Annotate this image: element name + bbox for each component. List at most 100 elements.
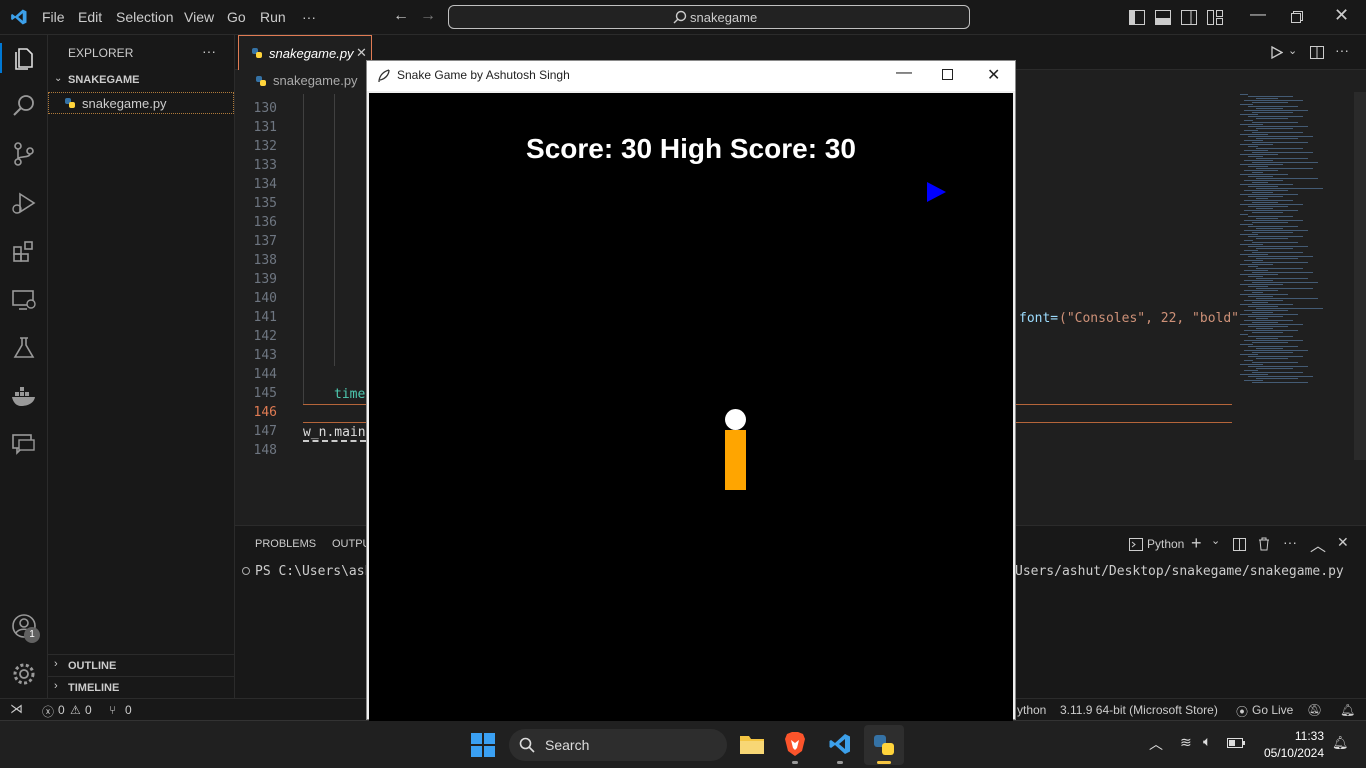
file-explorer-icon[interactable] — [739, 733, 765, 755]
restore-icon[interactable] — [1291, 11, 1303, 23]
bell-icon[interactable]: 🔔︎ — [1340, 703, 1355, 717]
close-panel-icon[interactable]: ✕ — [1337, 534, 1349, 551]
minimize-icon[interactable]: — — [896, 64, 912, 82]
editor-more-button[interactable]: ··· — [1335, 42, 1349, 58]
minimap-line — [1248, 376, 1313, 377]
go-live-button[interactable]: Go Live — [1252, 703, 1293, 717]
timeline-section[interactable]: › TIMELINE — [48, 676, 234, 698]
minimap-line — [1256, 318, 1268, 319]
ports-icon[interactable]: ⑂ — [109, 703, 116, 717]
menu-edit[interactable]: Edit — [78, 9, 102, 25]
minimap-line — [1252, 232, 1293, 233]
code-font-args[interactable]: ("Consoles", 22, "bold" — [1059, 311, 1239, 326]
errors-count[interactable]: 0 — [58, 703, 65, 717]
minimap-line — [1244, 210, 1298, 211]
menu-more[interactable]: ··· — [302, 9, 316, 25]
windows-start-icon[interactable] — [471, 733, 495, 757]
minimize-icon[interactable]: — — [1250, 6, 1266, 24]
split-terminal-icon[interactable] — [1233, 538, 1246, 551]
remote-explorer-icon[interactable] — [11, 287, 37, 313]
chevron-up-icon[interactable]: ︿ — [1149, 734, 1163, 754]
volume-icon[interactable]: 🔈︎ — [1203, 733, 1211, 750]
panel-more-button[interactable]: ··· — [1283, 534, 1297, 550]
remote-indicator-icon[interactable]: ⋊ — [10, 701, 23, 717]
windows-taskbar: Search ︿ ≋ 🔈︎ 11:33 05/10/2024 🔔︎ — [0, 720, 1366, 768]
language-mode[interactable]: ython — [1017, 703, 1046, 717]
errors-icon[interactable]: ⓧ — [42, 703, 54, 720]
notifications-muted-icon[interactable]: 🔕︎ — [1307, 703, 1322, 717]
back-arrow-icon[interactable]: ← — [393, 7, 409, 25]
minimap[interactable] — [1238, 92, 1354, 392]
score-text: Score: 30 High Score: 30 — [526, 133, 856, 164]
minimap-line — [1240, 214, 1248, 215]
game-title-bar[interactable]: Snake Game by Ashutosh Singh — ✕ — [367, 61, 1015, 91]
search-icon[interactable] — [11, 93, 37, 119]
terminal-command[interactable]: Users/ashut/Desktop/snakegame/snakegame.… — [1015, 564, 1344, 579]
vscode-taskbar-icon[interactable] — [828, 732, 852, 756]
snake-game-window[interactable]: Snake Game by Ashutosh Singh — ✕ Score: … — [366, 60, 1016, 721]
chevron-down-icon[interactable]: ⌄ — [1211, 534, 1220, 547]
source-control-icon[interactable] — [11, 141, 37, 167]
battery-icon[interactable] — [1227, 738, 1245, 748]
wifi-icon[interactable]: ≋ — [1180, 734, 1192, 751]
command-center[interactable]: snakegame — [448, 5, 970, 29]
code-line-147[interactable]: w_n.main — [303, 425, 366, 442]
maximize-panel-icon[interactable]: ︿ — [1310, 532, 1326, 556]
minimap-line — [1248, 156, 1263, 157]
outline-section[interactable]: › OUTLINE — [48, 654, 234, 676]
tab-output[interactable]: OUTPU — [332, 538, 371, 550]
minimap-line — [1248, 276, 1263, 277]
tab-snakegame[interactable]: snakegame.py ✕ — [238, 35, 372, 70]
split-editor-icon[interactable] — [1310, 46, 1324, 59]
python-interpreter[interactable]: 3.11.9 64-bit (Microsoft Store) — [1060, 703, 1218, 717]
toggle-secondary-sidebar-icon[interactable] — [1181, 10, 1197, 25]
minimap-line — [1248, 286, 1268, 287]
warnings-icon[interactable]: ⚠ — [70, 703, 81, 717]
game-canvas[interactable]: Score: 30 High Score: 30 — [369, 93, 1013, 721]
file-row-snakegame[interactable]: snakegame.py — [48, 92, 234, 114]
explorer-icon[interactable] — [11, 45, 37, 71]
close-icon[interactable]: ✕ — [987, 65, 1000, 85]
close-icon[interactable]: ✕ — [1334, 5, 1349, 26]
breadcrumb-file[interactable]: snakegame.py — [273, 73, 358, 88]
settings-gear-icon[interactable] — [11, 661, 37, 687]
extensions-icon[interactable] — [11, 238, 37, 264]
menu-file[interactable]: File — [42, 9, 65, 25]
toggle-panel-icon[interactable] — [1155, 10, 1171, 25]
terminal-name[interactable]: Python — [1147, 537, 1184, 551]
testing-icon[interactable] — [11, 335, 37, 361]
toggle-primary-sidebar-icon[interactable] — [1129, 10, 1145, 25]
clock-time[interactable]: 11:33 — [1294, 729, 1324, 743]
new-terminal-icon[interactable]: + — [1191, 533, 1202, 554]
code-keyword-font[interactable]: font= — [1019, 311, 1058, 326]
menu-selection[interactable]: Selection — [116, 9, 174, 25]
customize-layout-icon[interactable] — [1207, 10, 1223, 25]
taskbar-search[interactable]: Search — [509, 729, 727, 761]
ports-count[interactable]: 0 — [125, 703, 132, 717]
editor-scrollbar[interactable] — [1354, 92, 1366, 460]
code-line-145[interactable]: time — [334, 387, 365, 402]
docker-icon[interactable] — [11, 383, 37, 409]
warnings-count[interactable]: 0 — [85, 703, 92, 717]
tab-problems[interactable]: PROBLEMS — [255, 538, 316, 550]
chevron-down-icon[interactable]: ⌄ — [1288, 44, 1297, 57]
folder-row[interactable]: ⌄ SNAKEGAME — [48, 71, 234, 91]
tab-close-icon[interactable]: ✕ — [356, 45, 367, 61]
terminal-prompt[interactable]: PS C:\Users\ashu — [255, 564, 380, 579]
python-taskbar-button[interactable] — [864, 725, 904, 765]
menu-go[interactable]: Go — [227, 9, 246, 25]
brave-browser-icon[interactable] — [784, 731, 806, 757]
trash-icon[interactable] — [1258, 537, 1270, 551]
run-debug-icon[interactable] — [11, 190, 37, 216]
forward-arrow-icon[interactable]: → — [420, 7, 436, 25]
clock-date[interactable]: 05/10/2024 — [1260, 746, 1324, 760]
menu-run[interactable]: Run — [260, 9, 286, 25]
maximize-icon[interactable] — [942, 69, 953, 80]
chat-icon[interactable] — [11, 431, 37, 457]
notification-bell-icon[interactable]: 🔔︎ — [1332, 735, 1349, 751]
run-python-file-icon[interactable] — [1271, 46, 1283, 59]
minimap-line — [1252, 242, 1298, 243]
minimap-line — [1244, 200, 1293, 201]
menu-view[interactable]: View — [184, 9, 214, 25]
sidebar-more-button[interactable]: ··· — [202, 43, 216, 59]
